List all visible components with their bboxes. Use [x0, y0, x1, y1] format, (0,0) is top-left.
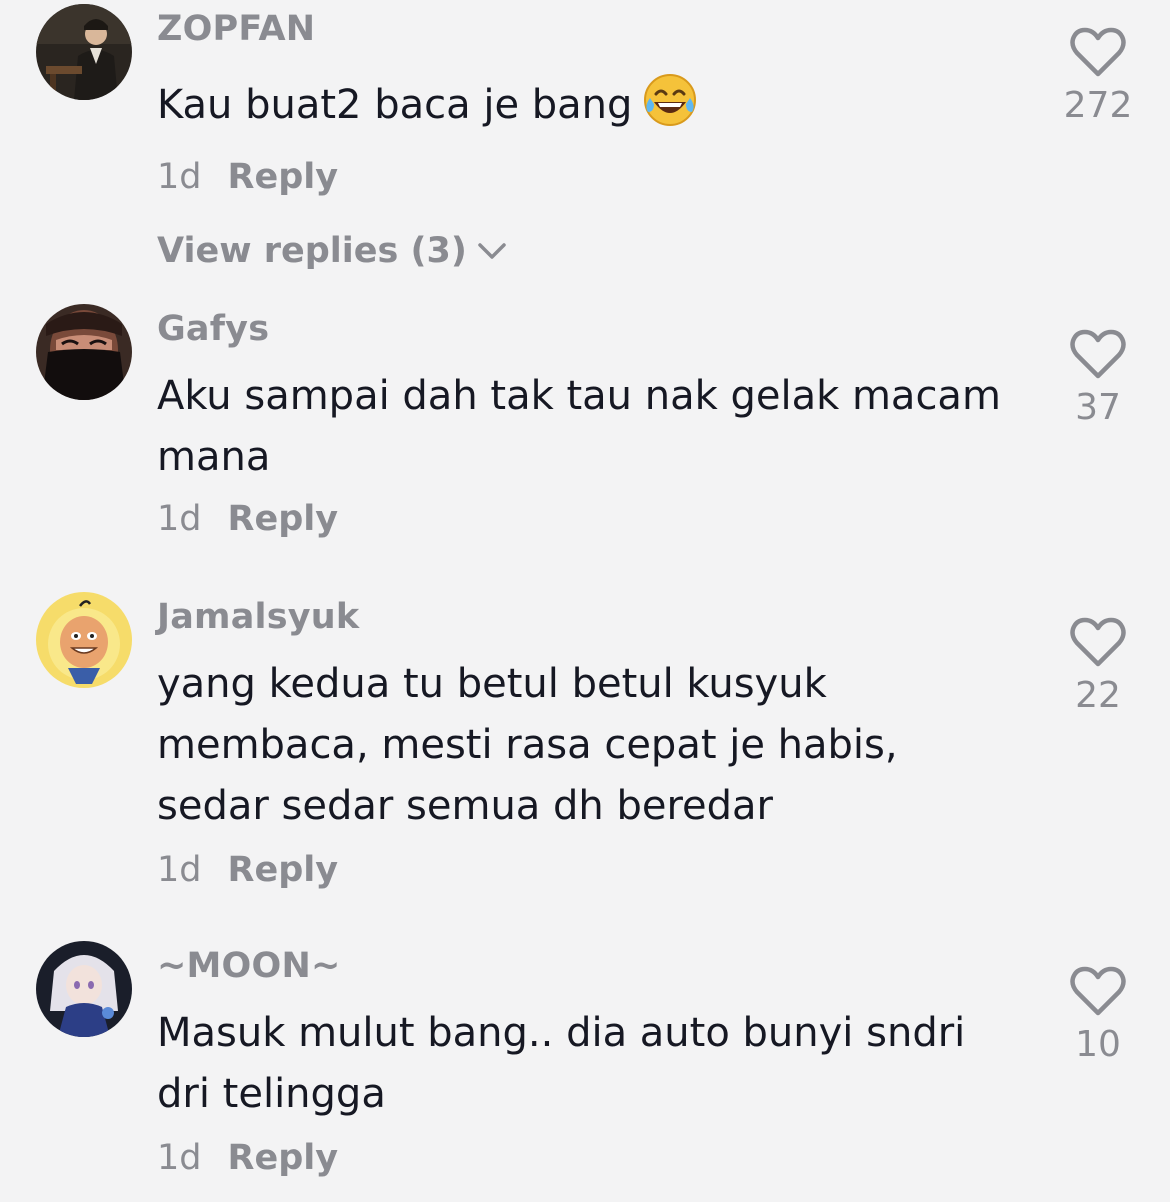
avatar[interactable] — [36, 304, 132, 400]
comment-username[interactable]: Gafys — [157, 308, 1017, 350]
like-count: 272 — [1063, 85, 1133, 126]
comments-screen: { "colors": { "background": "#f3f3f4", "… — [0, 0, 1170, 1202]
heart-outline-icon[interactable] — [1069, 26, 1127, 78]
comment-text-content: Kau buat2 baca je bang — [157, 82, 633, 128]
avatar-image — [36, 304, 132, 400]
reply-button[interactable]: Reply — [228, 157, 339, 197]
chevron-down-icon — [477, 228, 507, 270]
comment-meta: 1d Reply — [157, 156, 1017, 198]
like-control: 10 — [1048, 965, 1148, 1067]
comment-text: Aku sampai dah tak tau nak gelak macam m… — [157, 373, 1001, 480]
heart-outline-icon[interactable] — [1069, 328, 1127, 380]
avatar[interactable] — [36, 592, 132, 688]
view-replies-button[interactable]: View replies (3) — [157, 228, 1017, 272]
comment-username[interactable]: ~MOON~ — [157, 945, 1017, 987]
heart-outline-icon[interactable] — [1069, 965, 1127, 1017]
comment-text: yang kedua tu betul betul kusyuk membaca… — [157, 661, 898, 829]
heart-outline-icon[interactable] — [1069, 616, 1127, 668]
face-with-tears-of-joy-emoji — [644, 74, 697, 126]
like-count: 37 — [1075, 387, 1121, 428]
view-replies-label: View replies (3) — [157, 231, 467, 271]
reply-button[interactable]: Reply — [228, 850, 339, 890]
comment-text: Masuk mulut bang.. dia auto bunyi sndri … — [157, 1010, 966, 1117]
avatar-image — [36, 4, 132, 100]
comment-timestamp: 1d — [157, 850, 202, 890]
comment-timestamp: 1d — [157, 157, 202, 197]
comment-username[interactable]: Jamalsyuk — [157, 596, 1017, 638]
avatar[interactable] — [36, 941, 132, 1037]
avatar-image — [36, 941, 132, 1037]
comment-meta: 1d Reply — [157, 1137, 1017, 1179]
avatar-image — [36, 592, 132, 688]
like-count: 22 — [1075, 675, 1121, 716]
comment-meta: 1d Reply — [157, 498, 1017, 540]
comment-username[interactable]: ZOPFAN — [157, 8, 1017, 50]
reply-button[interactable]: Reply — [228, 1138, 339, 1178]
like-control: 22 — [1048, 616, 1148, 718]
comment-timestamp: 1d — [157, 499, 202, 539]
comment-text: Kau buat2 baca je bang — [157, 72, 1017, 136]
comment-timestamp: 1d — [157, 1138, 202, 1178]
comment-meta: 1d Reply — [157, 849, 1017, 891]
avatar[interactable] — [36, 4, 132, 100]
reply-button[interactable]: Reply — [228, 499, 339, 539]
like-control: 272 — [1048, 26, 1148, 128]
like-control: 37 — [1048, 328, 1148, 430]
like-count: 10 — [1075, 1024, 1121, 1065]
